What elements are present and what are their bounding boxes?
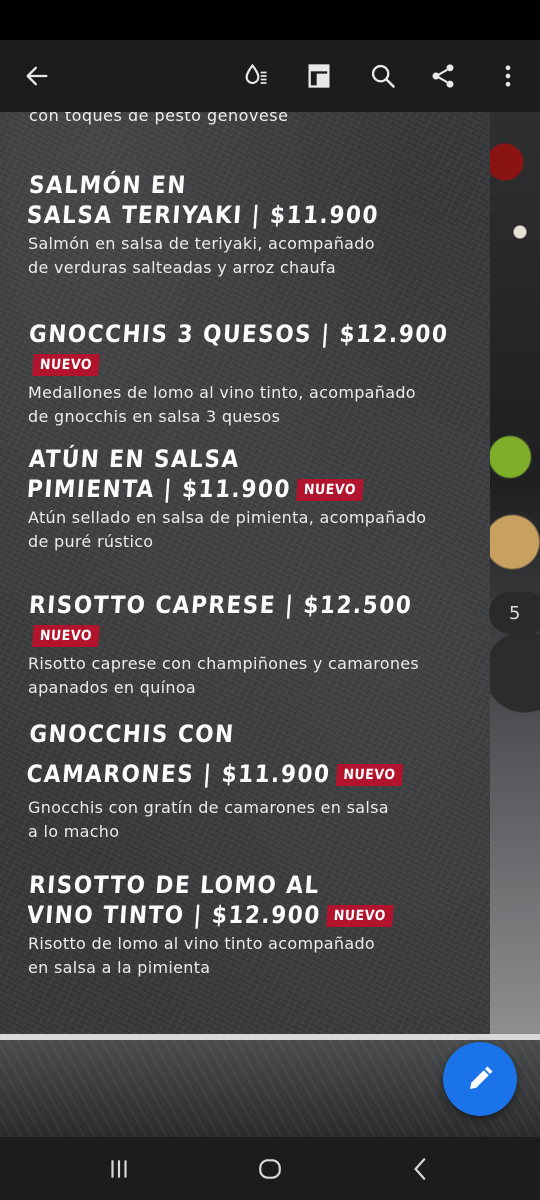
top-toolbar: [0, 40, 540, 112]
item-title: GNOCCHIS CON CAMARONES | $11.900 NUEVO: [25, 714, 471, 794]
menu-item: GNOCCHIS CON CAMARONES | $11.900 NUEVO Gno…: [25, 714, 471, 844]
share-icon[interactable]: [417, 50, 469, 102]
new-badge: NUEVO: [335, 764, 404, 786]
item-description: Salmón en salsa de teriyaki, acompañado d…: [28, 234, 375, 277]
food-photo: [490, 112, 540, 1034]
new-badge: NUEVO: [296, 479, 364, 501]
arrow-left-icon[interactable]: [11, 50, 63, 102]
item-title: ATÚN EN SALSA PIMIENTA | $11.900 NUEVO: [26, 444, 470, 504]
menu-item: GNOCCHIS 3 QUESOS | $12.900NUEVO Medallo…: [28, 319, 468, 429]
item-description: Risotto de lomo al vino tinto acompañado…: [28, 934, 375, 977]
menu-item: RISOTTO CAPRESE | $12.500NUEVO Risotto c…: [28, 590, 468, 700]
reading-mode-icon[interactable]: [230, 50, 282, 102]
search-icon[interactable]: [357, 50, 409, 102]
item-title: GNOCCHIS 3 QUESOS | $12.900NUEVO: [26, 319, 470, 379]
item-description: Risotto caprese con champiñones y camaro…: [28, 654, 420, 697]
document-viewer[interactable]: con toques de pesto genovese SALMÓN EN SA…: [0, 112, 540, 1137]
item-description: Medallones de lomo al vino tinto, acompa…: [28, 383, 416, 426]
item-description: Gnocchis con gratín de camarones en sals…: [28, 798, 389, 841]
home-icon[interactable]: [240, 1149, 300, 1189]
item-title: SALMÓN EN SALSA TERIYAKI | $11.900: [25, 171, 380, 229]
item-title: RISOTTO DE LOMO AL VINO TINTO | $12.900 NU…: [26, 870, 470, 930]
new-badge: NUEVO: [32, 354, 100, 376]
new-badge: NUEVO: [325, 905, 394, 927]
menu-item: ATÚN EN SALSA PIMIENTA | $11.900 NUEVO Atú…: [26, 444, 470, 554]
edit-pencil-icon[interactable]: [443, 1042, 517, 1116]
page-number-indicator: 5: [489, 592, 540, 634]
status-bar: [0, 0, 540, 40]
item-description: Atún sellado en salsa de pimienta, acomp…: [28, 508, 427, 551]
system-nav-bar: [0, 1137, 540, 1200]
new-badge: NUEVO: [32, 625, 100, 647]
more-vertical-icon[interactable]: [482, 50, 534, 102]
menu-item: SALMÓN EN SALSA TERIYAKI | $11.900 Salmón…: [25, 170, 468, 280]
page-layout-icon[interactable]: [293, 50, 345, 102]
recents-icon[interactable]: [89, 1149, 149, 1189]
menu-page: con toques de pesto genovese SALMÓN EN SA…: [0, 112, 490, 1034]
item-title: RISOTTO CAPRESE | $12.500NUEVO: [26, 590, 470, 650]
item-desc-partial: con toques de pesto genovese: [29, 112, 289, 125]
nav-back-icon[interactable]: [391, 1149, 451, 1189]
menu-item: RISOTTO DE LOMO AL VINO TINTO | $12.900 NU…: [26, 870, 470, 980]
